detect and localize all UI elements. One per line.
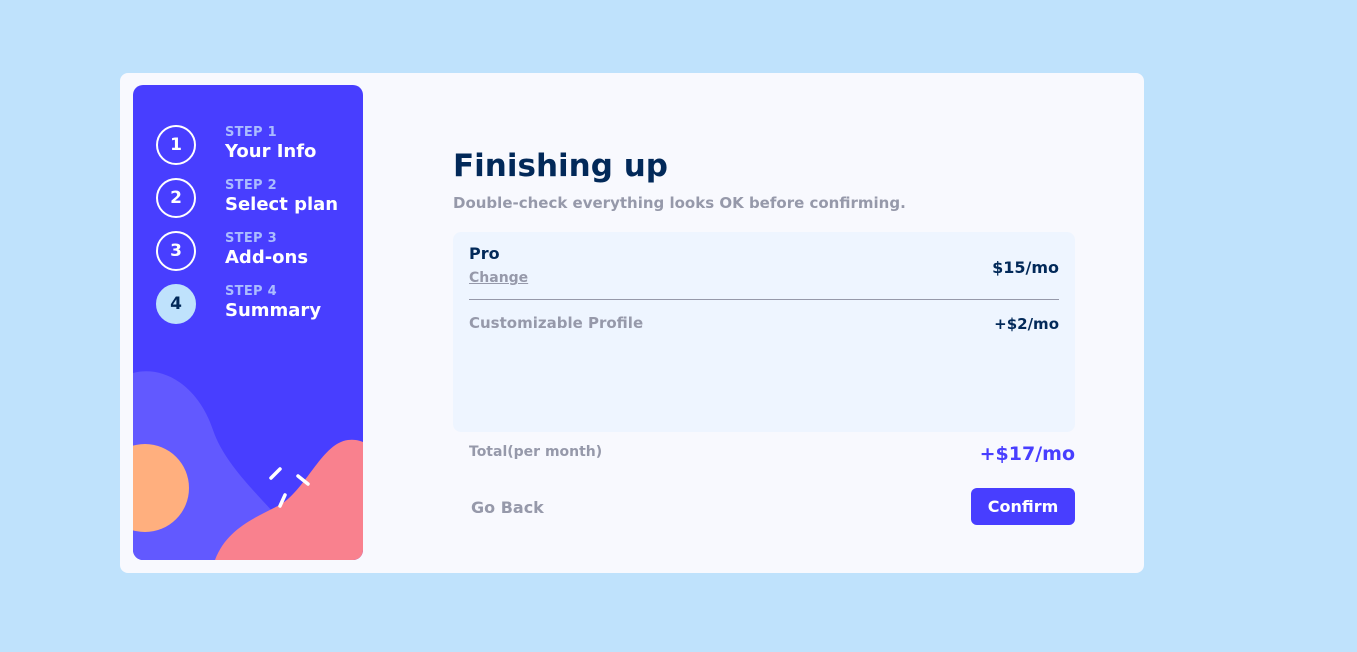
- step-4-title: Summary: [225, 300, 322, 321]
- page-subtitle: Double-check everything looks OK before …: [453, 194, 906, 212]
- total-value: +$17/mo: [979, 443, 1075, 465]
- step-4-caption: STEP 4: [225, 284, 278, 299]
- addon-price: +$2/mo: [994, 315, 1059, 333]
- step-1-number: 1: [156, 125, 196, 165]
- step-1-title: Your Info: [225, 141, 317, 162]
- total-label: Total(per month): [469, 444, 603, 460]
- step-1[interactable]: 1 STEP 1 Your Info: [156, 125, 356, 167]
- form-card: 1 STEP 1 Your Info 2 STEP 2 Select plan …: [120, 73, 1144, 573]
- step-4[interactable]: 4 STEP 4 Summary: [156, 284, 356, 326]
- plan-name: Pro: [469, 244, 500, 263]
- step-2[interactable]: 2 STEP 2 Select plan: [156, 178, 356, 220]
- addon-name: Customizable Profile: [469, 314, 644, 332]
- page-title: Finishing up: [453, 148, 668, 184]
- go-back-button[interactable]: Go Back: [471, 498, 544, 517]
- confirm-button[interactable]: Confirm: [971, 488, 1075, 525]
- step-2-title: Select plan: [225, 194, 339, 215]
- summary-divider: [469, 299, 1059, 300]
- plan-price: $15/mo: [992, 258, 1059, 277]
- step-3-caption: STEP 3: [225, 231, 278, 246]
- step-2-caption: STEP 2: [225, 178, 278, 193]
- sidebar: 1 STEP 1 Your Info 2 STEP 2 Select plan …: [133, 85, 363, 560]
- step-4-number: 4: [156, 284, 196, 324]
- step-3-title: Add-ons: [225, 247, 309, 268]
- step-3[interactable]: 3 STEP 3 Add-ons: [156, 231, 356, 273]
- change-plan-link[interactable]: Change: [469, 270, 528, 286]
- order-summary: Pro Change $15/mo Customizable Profile +…: [453, 232, 1075, 432]
- step-2-number: 2: [156, 178, 196, 218]
- step-3-number: 3: [156, 231, 196, 271]
- step-1-caption: STEP 1: [225, 125, 278, 140]
